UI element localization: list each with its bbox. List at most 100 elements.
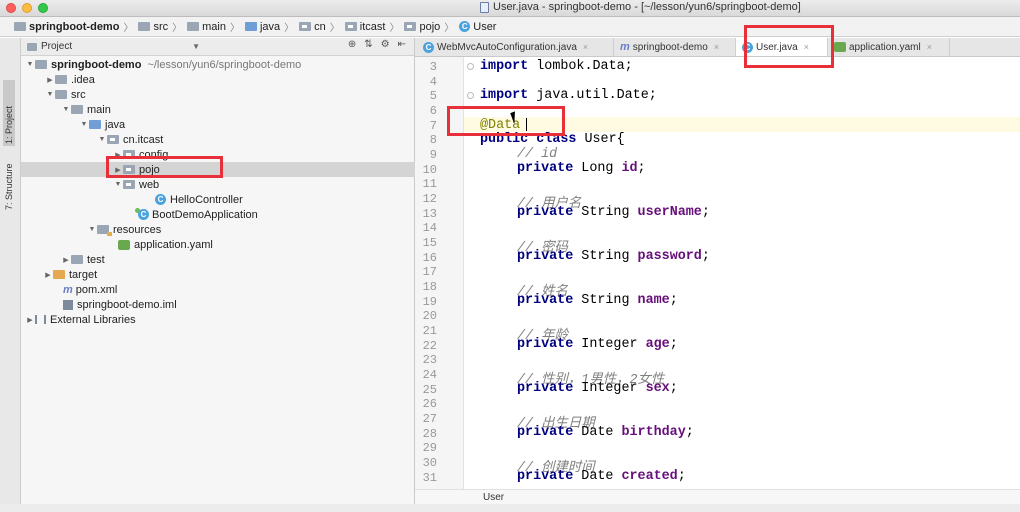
library-icon (35, 315, 46, 324)
line-number: 23 (422, 353, 437, 367)
chevron-right-icon: 〉 (389, 23, 400, 34)
code-editor[interactable]: 3 4 5 6 7 8 9 10 11 12 13 14 15 16 17 18… (415, 57, 1020, 489)
tree-item-pom-xml[interactable]: m pom.xml (21, 282, 456, 297)
tree-item-main[interactable]: ▼ main (21, 102, 454, 117)
line-number: 29 (422, 441, 437, 455)
code-line: private String password; (517, 249, 710, 264)
line-number: 26 (422, 397, 437, 411)
line-number: 14 (422, 221, 437, 235)
fold-marker-icon[interactable] (467, 92, 474, 99)
collapsed-arrow-icon[interactable]: ▶ (113, 166, 123, 174)
line-number: 31 (422, 471, 437, 485)
expand-arrow-icon[interactable]: ▼ (79, 121, 89, 128)
gear-icon[interactable]: ⚙ (381, 39, 390, 50)
code-line: private Integer age; (517, 337, 678, 352)
breadcrumb-main[interactable]: main (187, 21, 226, 33)
package-icon (404, 22, 417, 31)
structure-tool-tab[interactable]: 7: Structure (3, 150, 15, 212)
tree-item-src[interactable]: ▼ src (21, 87, 438, 102)
yaml-file-icon (834, 42, 846, 52)
folder-icon (55, 90, 67, 99)
line-number: 18 (422, 280, 437, 294)
line-number: 8 (429, 133, 437, 147)
expand-arrow-icon[interactable]: ▼ (113, 181, 123, 188)
tree-item-external-libraries[interactable]: ▶ External Libraries (21, 312, 418, 327)
line-number: 13 (422, 207, 437, 221)
spring-boot-class-icon: C (135, 208, 149, 220)
locate-icon[interactable]: ⊕ (348, 39, 356, 50)
expand-arrow-icon[interactable]: ▼ (45, 91, 55, 98)
project-panel: Project ▼ ⊕ ⇅ ⚙ ⇤ ▼ springboot-demo ~/less… (21, 38, 506, 512)
breadcrumb-pojo[interactable]: pojo (404, 21, 440, 33)
breadcrumb-user[interactable]: C User (459, 21, 496, 33)
tab-application-yaml[interactable]: application.yaml × (828, 38, 950, 56)
project-view-icon (27, 42, 37, 51)
close-tab-icon[interactable]: × (583, 42, 588, 52)
maven-file-icon: m (620, 41, 630, 53)
tree-item-java[interactable]: ▼ java (21, 117, 472, 132)
line-number: 28 (422, 427, 437, 441)
expand-arrow-icon[interactable]: ▼ (87, 226, 97, 233)
collapse-icon[interactable]: ⇅ (364, 39, 372, 50)
line-number: 12 (422, 192, 437, 206)
breadcrumb-itcast[interactable]: itcast (344, 21, 385, 33)
status-bar (0, 504, 1020, 512)
code-area[interactable]: 3 4 5 6 7 8 9 10 11 12 13 14 15 16 17 18… (415, 57, 1020, 489)
class-icon: C (459, 21, 471, 32)
tree-item-test[interactable]: ▶ test (21, 252, 454, 267)
line-number: 25 (422, 383, 437, 397)
zoom-window-button[interactable] (38, 3, 48, 13)
collapsed-arrow-icon[interactable]: ▶ (43, 271, 53, 279)
chevron-right-icon: 〉 (444, 23, 455, 34)
tree-item-target[interactable]: ▶ target (21, 267, 436, 282)
code-line: import lombok.Data; (480, 59, 633, 74)
breadcrumb-src[interactable]: src (138, 21, 168, 33)
window-title: User.java - springboot-demo - [~/lesson/… (480, 1, 801, 13)
line-number: 10 (422, 163, 437, 177)
fold-marker-icon[interactable] (467, 63, 474, 70)
chevron-down-icon[interactable]: ▼ (192, 42, 200, 51)
package-icon (299, 22, 312, 31)
close-tab-icon[interactable]: × (714, 42, 719, 52)
collapsed-arrow-icon[interactable]: ▶ (61, 256, 71, 264)
line-number: 9 (429, 148, 437, 162)
collapsed-arrow-icon[interactable]: ▶ (113, 151, 123, 159)
maven-file-icon: m (63, 283, 73, 296)
folder-icon (71, 105, 83, 114)
folder-icon (71, 255, 83, 264)
breadcrumb-project[interactable]: springboot-demo (14, 21, 119, 33)
code-line: private Integer sex; (517, 381, 678, 396)
project-tool-tab[interactable]: 1: Project (3, 80, 15, 146)
expand-arrow-icon[interactable]: ▼ (25, 61, 35, 68)
project-view-selector[interactable]: Project (41, 41, 72, 52)
folder-icon (187, 22, 200, 31)
class-icon: C (742, 41, 753, 53)
collapsed-arrow-icon[interactable]: ▶ (45, 76, 55, 84)
tree-item-idea[interactable]: ▶ .idea (21, 72, 438, 87)
tree-item-iml[interactable]: springboot-demo.iml (21, 297, 456, 312)
breadcrumb-java[interactable]: java (244, 21, 280, 33)
close-tab-icon[interactable]: × (927, 42, 932, 52)
line-number: 20 (422, 309, 437, 323)
code-comment: // id (517, 147, 558, 162)
chevron-right-icon: 〉 (123, 23, 134, 34)
excluded-folder-icon (53, 270, 65, 279)
tab-user-java[interactable]: C User.java × (736, 38, 828, 56)
tree-item-resources[interactable]: ▼ resources (21, 222, 480, 237)
expand-arrow-icon[interactable]: ▼ (61, 106, 71, 113)
source-folder-icon (244, 22, 257, 31)
tool-window-strip: 1: Project 7: Structure (0, 38, 21, 512)
class-icon: C (423, 41, 434, 53)
expand-arrow-icon[interactable]: ▼ (97, 136, 107, 143)
project-panel-tools: ⊕ ⇅ ⚙ ⇤ (348, 39, 406, 50)
tab-springboot-demo[interactable]: m springboot-demo × (614, 38, 736, 56)
collapsed-arrow-icon[interactable]: ▶ (25, 316, 35, 324)
editor-breadcrumb[interactable]: User (415, 489, 1020, 504)
breadcrumb-cn[interactable]: cn (299, 21, 326, 33)
hide-icon[interactable]: ⇤ (398, 39, 406, 50)
tab-webmvcautoconfiguration[interactable]: C WebMvcAutoConfiguration.java × (415, 38, 614, 56)
close-window-button[interactable] (6, 3, 16, 13)
minimize-window-button[interactable] (22, 3, 32, 13)
tree-item-springboot-demo[interactable]: ▼ springboot-demo ~/lesson/yun6/springboot… (21, 57, 418, 72)
close-tab-icon[interactable]: × (804, 42, 809, 52)
